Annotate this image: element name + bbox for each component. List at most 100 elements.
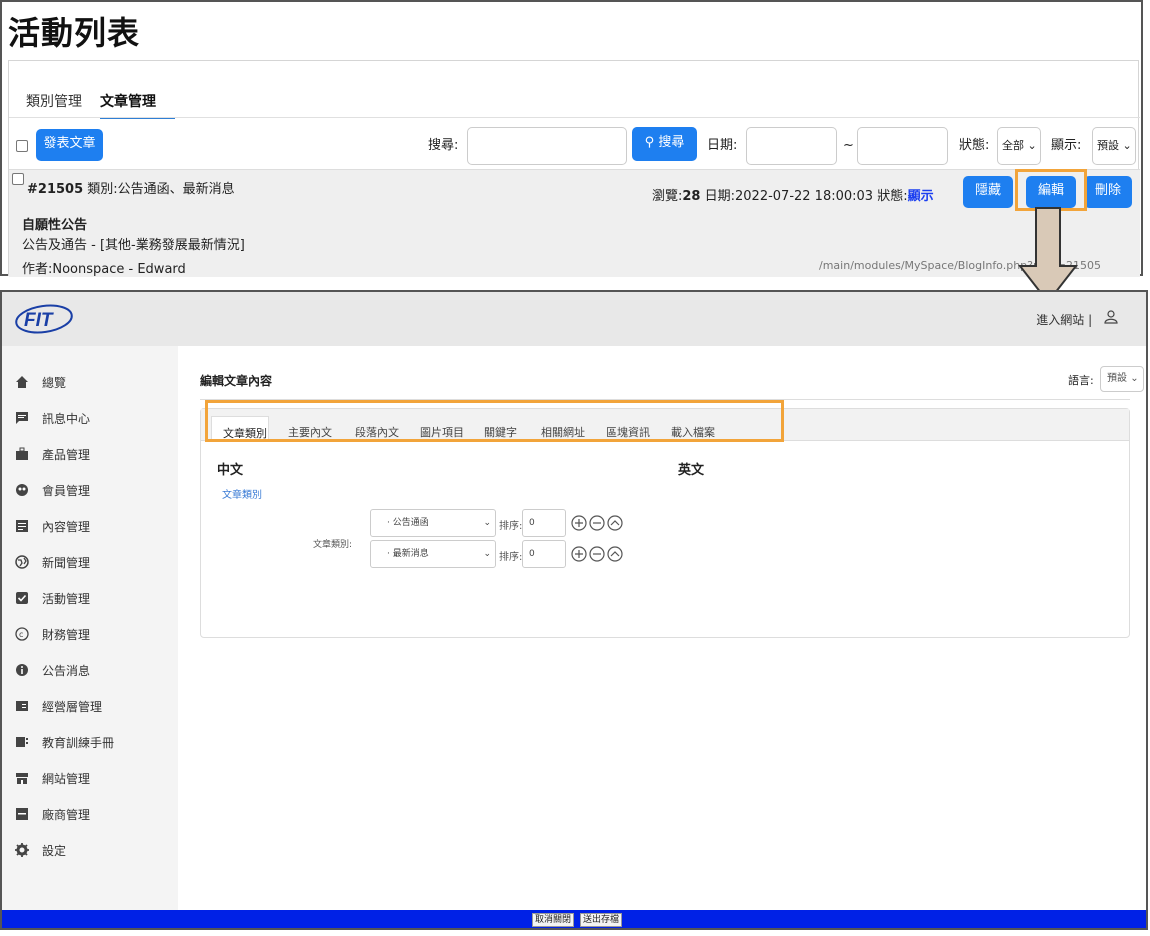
- sort-input-1[interactable]: 0: [522, 509, 566, 537]
- search-button[interactable]: ⚲ 搜尋: [632, 127, 697, 161]
- sidebar-item-messages[interactable]: 訊息中心: [14, 408, 90, 428]
- cancel-close-button[interactable]: 取消關閉: [532, 913, 575, 927]
- chevron-down-icon: ⌄: [483, 549, 491, 559]
- status-select[interactable]: 全部 ⌄: [997, 127, 1041, 165]
- list-tabs: 類別管理 文章管理: [26, 91, 193, 119]
- fit-logo: FIT: [15, 304, 73, 334]
- sidebar-item-overview[interactable]: 總覽: [14, 372, 66, 392]
- hide-button[interactable]: 隱藏: [963, 176, 1013, 208]
- main-content: 編輯文章內容 語言: 預設 ⌄ 文章類別 主要內文 段落內文 圖片項目 關鍵字 …: [178, 346, 1146, 912]
- publish-article-button[interactable]: 發表文章: [36, 129, 103, 161]
- admin-header: FIT 進入網站 |: [2, 292, 1146, 346]
- column-english: 英文: [678, 463, 705, 478]
- sort-input-2[interactable]: 0: [522, 540, 566, 568]
- copyright-icon: c: [14, 626, 30, 642]
- sort-label-2: 排序:: [499, 552, 523, 563]
- briefcase-icon: [14, 446, 30, 462]
- svg-text:FIT: FIT: [24, 310, 54, 331]
- user-icon[interactable]: [1104, 310, 1118, 327]
- language-select[interactable]: 預設 ⌄: [1100, 366, 1144, 392]
- enter-site-link[interactable]: 進入網站: [1036, 313, 1084, 327]
- info-icon: [14, 662, 30, 678]
- status-select-value: 全部: [1002, 139, 1024, 152]
- search-label: 搜尋:: [428, 138, 459, 153]
- sidebar-item-website[interactable]: 網站管理: [14, 768, 90, 788]
- delete-button[interactable]: 刪除: [1084, 176, 1132, 208]
- display-label: 顯示:: [1051, 138, 1082, 153]
- sidebar-item-members[interactable]: 會員管理: [14, 480, 90, 500]
- vendor-icon: [14, 806, 30, 822]
- sidebar-item-management[interactable]: 經營層管理: [14, 696, 102, 716]
- page-title: 活動列表: [8, 14, 141, 52]
- sidebar-item-training[interactable]: 教育訓練手冊: [14, 732, 114, 752]
- sidebar: 總覽 訊息中心 產品管理 會員管理 內容管理 新聞管理 活動管理 c 財務管理: [2, 346, 178, 912]
- card-icon: [14, 698, 30, 714]
- date-separator: ~: [843, 138, 854, 153]
- table-row: #21505 類別:公告通函、最新消息 瀏覽:28 日期:2022-07-22 …: [9, 169, 1140, 277]
- category-sub-link[interactable]: 文章類別: [222, 486, 262, 501]
- chat-icon: [14, 410, 30, 426]
- activity-list-panel: 活動列表 類別管理 文章管理 發表文章 搜尋: ⚲ 搜尋 日期: ~ 狀態: 全部…: [0, 0, 1143, 277]
- column-chinese: 中文: [217, 463, 244, 478]
- search-button-label: 搜尋: [658, 135, 685, 150]
- list-toolbar: 發表文章 搜尋: ⚲ 搜尋 日期: ~ 狀態: 全部 ⌄ 顯示: 預設 ⌄: [9, 125, 1140, 167]
- sidebar-item-activities[interactable]: 活動管理: [14, 588, 90, 608]
- post-status-value[interactable]: 顯示: [908, 189, 934, 204]
- sidebar-item-news[interactable]: 新聞管理: [14, 552, 90, 572]
- chevron-down-icon: ⌄: [1122, 139, 1132, 152]
- sidebar-item-finance[interactable]: c 財務管理: [14, 624, 90, 644]
- post-title[interactable]: 自願性公告: [22, 214, 87, 233]
- sidebar-item-settings[interactable]: 設定: [14, 840, 66, 860]
- category-select-2[interactable]: · 最新消息 ⌄: [370, 540, 496, 568]
- minus-circle-icon: [589, 515, 605, 531]
- sidebar-item-products[interactable]: 產品管理: [14, 444, 90, 464]
- chevron-up-circle-icon: [607, 546, 623, 562]
- date-to-input[interactable]: [857, 127, 948, 165]
- display-select-value: 預設: [1097, 139, 1119, 152]
- sort-label-1: 排序:: [499, 521, 523, 532]
- home-icon: [14, 374, 30, 390]
- display-select[interactable]: 預設 ⌄: [1092, 127, 1136, 165]
- chevron-down-icon: ⌄: [483, 518, 491, 528]
- edit-card: 文章類別 主要內文 段落內文 圖片項目 關鍵字 相關網址 區塊資訊 載入檔案 中…: [200, 408, 1130, 638]
- post-subtitle: 公告及通告 - [其他-業務發展最新情況]: [22, 238, 245, 253]
- category-select-1-value: · 公告通函: [387, 518, 429, 528]
- chevron-up-circle-icon: [607, 515, 623, 531]
- category-select-1[interactable]: · 公告通函 ⌄: [370, 509, 496, 537]
- post-date: 日期:2022-07-22 18:00:03: [704, 189, 874, 204]
- members-icon: [14, 482, 30, 498]
- date-label: 日期:: [707, 138, 738, 153]
- footer-bar: 取消關閉 送出存檔: [2, 910, 1146, 928]
- post-category: 類別:公告通函、最新消息: [87, 182, 235, 197]
- book-icon: [14, 734, 30, 750]
- post-id: #21505: [27, 182, 84, 197]
- post-author: 作者:Noonspace - Edward: [22, 262, 186, 277]
- views-count: 28: [682, 189, 701, 204]
- section-title: 編輯文章內容: [200, 374, 273, 388]
- search-input[interactable]: [467, 127, 627, 165]
- list-content: 類別管理 文章管理 發表文章 搜尋: ⚲ 搜尋 日期: ~ 狀態: 全部 ⌄ 顯示…: [8, 60, 1140, 277]
- submit-save-button[interactable]: 送出存檔: [580, 913, 623, 927]
- language-select-value: 預設: [1107, 373, 1127, 384]
- status-label: 狀態:: [959, 138, 990, 153]
- tab-article-management[interactable]: 文章管理: [100, 91, 175, 119]
- row-controls-2: [571, 546, 623, 562]
- select-all-checkbox[interactable]: [16, 140, 28, 152]
- category-field-label: 文章類別:: [313, 540, 353, 550]
- date-from-input[interactable]: [746, 127, 837, 165]
- header-right: 進入網站 |: [1036, 310, 1118, 328]
- tab-divider: [9, 117, 1140, 118]
- post-checkbox[interactable]: [12, 173, 24, 185]
- tab-category-management[interactable]: 類別管理: [26, 91, 82, 117]
- sidebar-item-vendors[interactable]: 廠商管理: [14, 804, 90, 824]
- store-icon: [14, 770, 30, 786]
- edit-article-panel: FIT 進入網站 | 總覽 訊息中心 產品管理 會員管理 內容管理 新聞管理 活…: [0, 290, 1148, 930]
- views-label: 瀏覽:: [652, 189, 683, 204]
- row-controls-1: [571, 515, 623, 531]
- minus-circle-icon: [589, 546, 605, 562]
- header-separator: |: [1088, 313, 1093, 327]
- chevron-down-icon: ⌄: [1130, 373, 1139, 384]
- sidebar-item-content[interactable]: 內容管理: [14, 516, 90, 536]
- checkbox-icon: [14, 590, 30, 606]
- sidebar-item-announcements[interactable]: 公告消息: [14, 660, 90, 680]
